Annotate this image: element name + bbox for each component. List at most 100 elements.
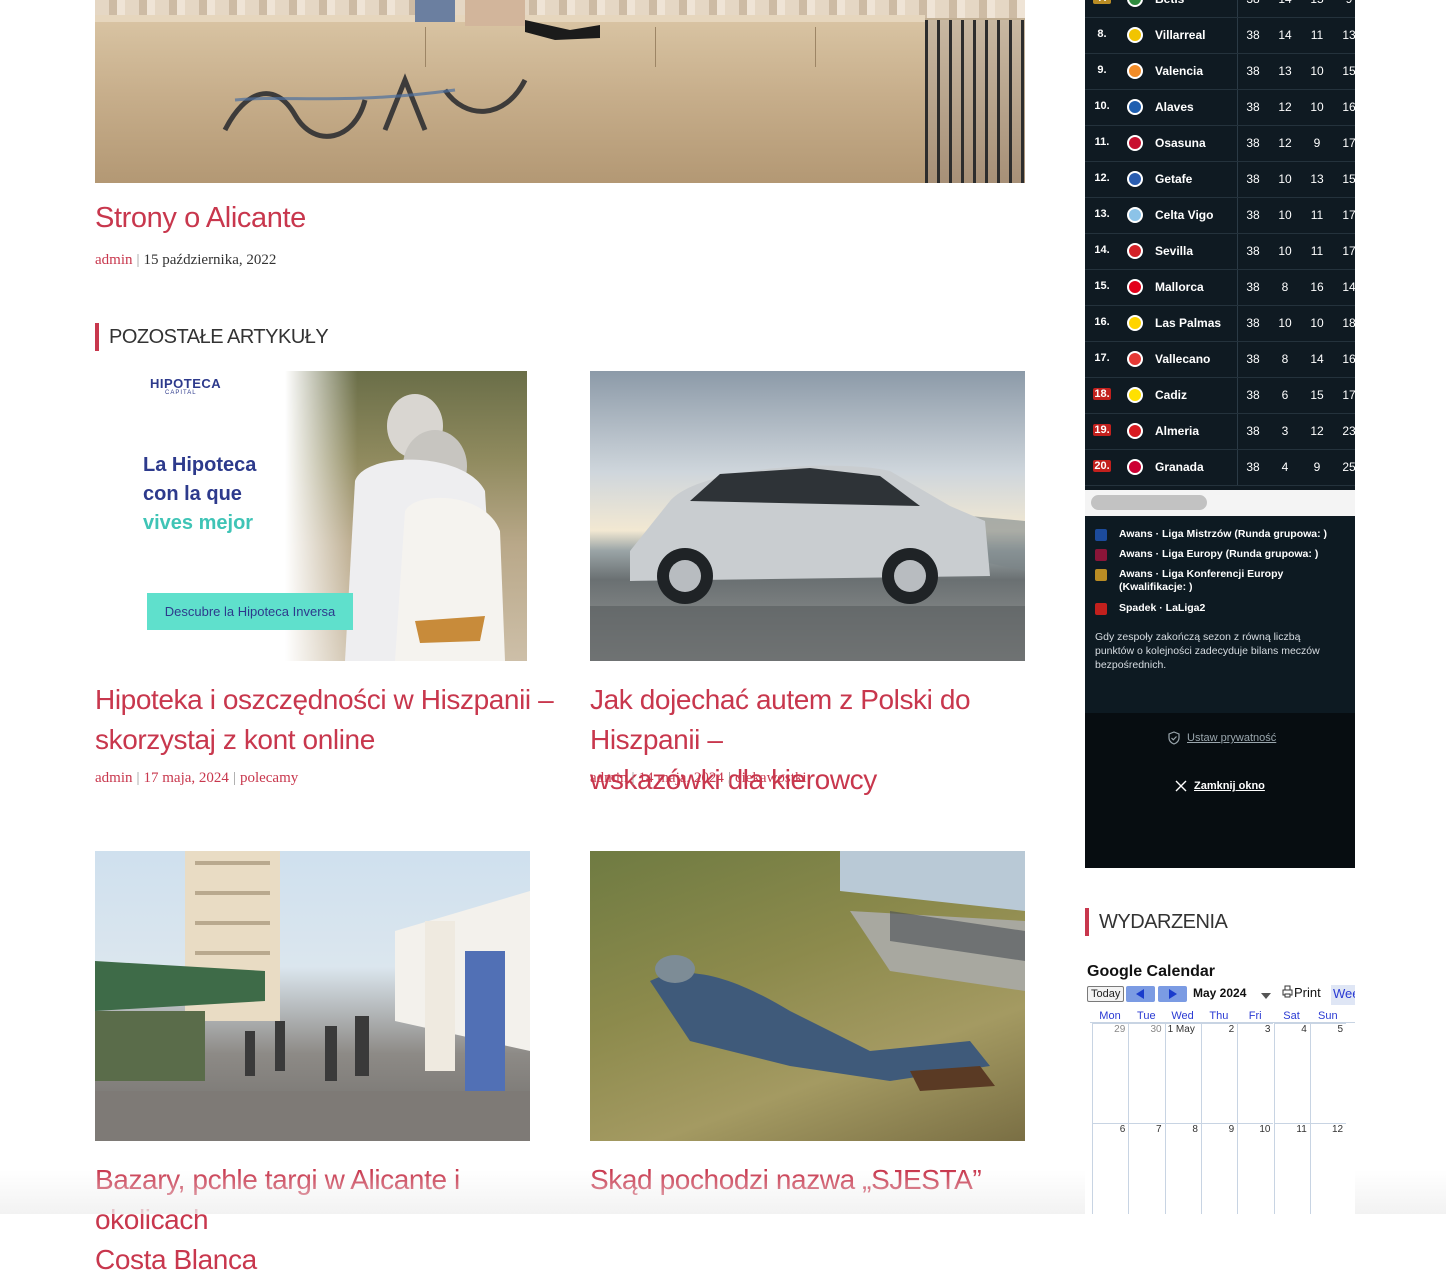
article-thumb-mortgage[interactable]: HIPOTECA CAPITAL La Hipoteca con la que … bbox=[95, 371, 527, 661]
ad-brand-sub: CAPITAL bbox=[165, 390, 197, 396]
calendar-day[interactable]: 1 May bbox=[1164, 1023, 1201, 1123]
calendar-dayname: Fri bbox=[1248, 1010, 1262, 1022]
article-thumb-car[interactable] bbox=[590, 371, 1025, 661]
article-thumb-siesta[interactable] bbox=[590, 851, 1025, 1141]
month-dropdown[interactable] bbox=[1260, 988, 1272, 1006]
standings-row[interactable]: 15. Mallorca 38 8 16 14 bbox=[1085, 270, 1355, 306]
team-name[interactable]: Mallorca bbox=[1155, 280, 1204, 294]
standings-row[interactable]: 11. Osasuna 38 12 9 17 bbox=[1085, 126, 1355, 162]
team-name[interactable]: Las Palmas bbox=[1155, 316, 1221, 330]
calendar-day[interactable]: 10 bbox=[1237, 1123, 1274, 1214]
article-thumb-market[interactable] bbox=[95, 851, 530, 1141]
team-name[interactable]: Valencia bbox=[1155, 64, 1203, 78]
stat-d: 14 bbox=[1310, 352, 1324, 366]
calendar-day[interactable]: 7 bbox=[1128, 1123, 1165, 1214]
prev-month-button[interactable] bbox=[1126, 986, 1155, 1002]
article-title-line[interactable]: Hipoteka i oszczędności w Hiszpanii – bbox=[95, 680, 565, 720]
arrow-left-icon bbox=[1136, 989, 1144, 999]
category-link[interactable]: polecamy bbox=[240, 770, 298, 786]
calendar-day[interactable]: 6 bbox=[1092, 1123, 1129, 1214]
print-label[interactable]: Print bbox=[1294, 985, 1321, 1000]
standings-row[interactable]: 18. Cadiz 38 6 15 17 bbox=[1085, 378, 1355, 414]
post-date-link[interactable]: 17 maja, 2024 bbox=[144, 770, 229, 786]
standings-row[interactable]: 14. Sevilla 38 10 11 17 bbox=[1085, 234, 1355, 270]
scrollbar-thumb[interactable] bbox=[1091, 495, 1207, 510]
standings-row[interactable]: 16. Las Palmas 38 10 10 18 bbox=[1085, 306, 1355, 342]
calendar-day[interactable]: 9 bbox=[1200, 1123, 1238, 1214]
column-divider bbox=[1237, 342, 1238, 377]
team-name[interactable]: Cadiz bbox=[1155, 388, 1187, 402]
team-name[interactable]: Osasuna bbox=[1155, 136, 1206, 150]
print-button[interactable]: Print bbox=[1281, 985, 1321, 1000]
featured-title[interactable]: Strony o Alicante bbox=[95, 202, 306, 235]
standings-widget: 7.Betis38141598.Villarreal381411139.Vale… bbox=[1085, 0, 1355, 868]
team-name[interactable]: Alaves bbox=[1155, 100, 1194, 114]
standings-row[interactable]: 13. Celta Vigo 38 10 11 17 bbox=[1085, 198, 1355, 234]
stat-p: 38 bbox=[1246, 172, 1260, 186]
article-title-line[interactable]: Jak dojechać autem z Polski do Hiszpanii… bbox=[590, 680, 1040, 760]
author-link[interactable]: admin bbox=[95, 252, 133, 268]
stat-l: 16 bbox=[1342, 352, 1355, 366]
ad-cta-button[interactable]: Descubre la Hipoteca Inversa bbox=[147, 593, 353, 630]
article-title-mortgage[interactable]: Hipoteka i oszczędności w Hiszpanii – sk… bbox=[95, 680, 565, 760]
featured-title-link[interactable]: Strony o Alicante bbox=[95, 202, 306, 234]
featured-image[interactable] bbox=[95, 0, 1025, 183]
team-name[interactable]: Getafe bbox=[1155, 172, 1192, 186]
person-legs bbox=[415, 0, 600, 40]
calendar-day[interactable]: 5 bbox=[1309, 1023, 1347, 1123]
stat-w: 10 bbox=[1278, 208, 1292, 222]
calendar-day[interactable]: 12 bbox=[1309, 1123, 1347, 1214]
stat-l: 13 bbox=[1342, 28, 1355, 42]
team-name[interactable]: Villarreal bbox=[1155, 28, 1205, 42]
team-position: 15. bbox=[1094, 280, 1110, 292]
privacy-link[interactable]: Ustaw prywatność bbox=[1167, 731, 1276, 745]
standings-row[interactable]: 20. Granada 38 4 9 25 bbox=[1085, 450, 1355, 486]
team-name[interactable]: Sevilla bbox=[1155, 244, 1193, 258]
week-tab-label[interactable]: Week bbox=[1333, 986, 1355, 1001]
stat-w: 8 bbox=[1281, 280, 1289, 294]
team-position: 7. bbox=[1093, 0, 1111, 4]
standings-row[interactable]: 8. Villarreal 38 14 11 13 bbox=[1085, 18, 1355, 54]
author-link[interactable]: admin bbox=[95, 770, 133, 786]
standings-row[interactable]: 12. Getafe 38 10 13 15 bbox=[1085, 162, 1355, 198]
article-title-line[interactable]: Costa Blanca bbox=[95, 1240, 565, 1280]
stat-w: 13 bbox=[1278, 64, 1292, 78]
column-divider bbox=[1237, 378, 1238, 413]
column-divider bbox=[1237, 54, 1238, 89]
author-link[interactable]: admin bbox=[590, 770, 628, 786]
standings-row[interactable]: 7. Betis 38 14 15 9 bbox=[1085, 0, 1355, 18]
close-window-button[interactable]: Zamknij okno bbox=[1175, 780, 1265, 792]
calendar-day[interactable]: 30 bbox=[1128, 1023, 1165, 1123]
calendar-day[interactable]: 2 bbox=[1200, 1023, 1238, 1123]
calendar-dayname: Mon bbox=[1099, 1010, 1121, 1022]
next-month-button[interactable] bbox=[1158, 986, 1187, 1002]
post-date-link[interactable]: 14 maja, 2024 bbox=[639, 770, 724, 786]
standings-row[interactable]: 9. Valencia 38 13 10 15 bbox=[1085, 54, 1355, 90]
standings-row[interactable]: 19. Almeria 38 3 12 23 bbox=[1085, 414, 1355, 450]
standings-row[interactable]: 10. Alaves 38 12 10 16 bbox=[1085, 90, 1355, 126]
team-name[interactable]: Celta Vigo bbox=[1155, 208, 1213, 222]
stat-l: 23 bbox=[1342, 424, 1355, 438]
team-name[interactable]: Almeria bbox=[1155, 424, 1199, 438]
calendar-day[interactable]: 4 bbox=[1273, 1023, 1310, 1123]
horizontal-scrollbar[interactable] bbox=[1085, 490, 1355, 516]
section-heading-text: POZOSTAŁE ARTYKUŁY bbox=[109, 326, 329, 348]
week-tab[interactable]: Week bbox=[1331, 985, 1355, 1005]
article-meta-mortgage: admin | 17 maja, 2024 | polecamy bbox=[95, 770, 299, 786]
calendar-day[interactable]: 29 bbox=[1092, 1023, 1129, 1123]
stat-l: 17 bbox=[1342, 208, 1355, 222]
standings-row[interactable]: 17. Vallecano 38 8 14 16 bbox=[1085, 342, 1355, 378]
stat-p: 38 bbox=[1246, 316, 1260, 330]
privacy-link-label[interactable]: Ustaw prywatność bbox=[1187, 732, 1276, 744]
calendar-day[interactable]: 11 bbox=[1273, 1123, 1310, 1214]
today-button[interactable]: Today bbox=[1087, 986, 1125, 1002]
team-name[interactable]: Granada bbox=[1155, 460, 1204, 474]
column-divider bbox=[1237, 0, 1238, 17]
close-window-label[interactable]: Zamknij okno bbox=[1194, 780, 1265, 792]
category-link[interactable]: ciekawostki bbox=[735, 770, 807, 786]
calendar-day[interactable]: 3 bbox=[1237, 1023, 1274, 1123]
article-title-line[interactable]: skorzystaj z kont online bbox=[95, 720, 565, 760]
team-name[interactable]: Betis bbox=[1155, 0, 1184, 6]
calendar-day[interactable]: 8 bbox=[1164, 1123, 1201, 1214]
team-name[interactable]: Vallecano bbox=[1155, 352, 1210, 366]
